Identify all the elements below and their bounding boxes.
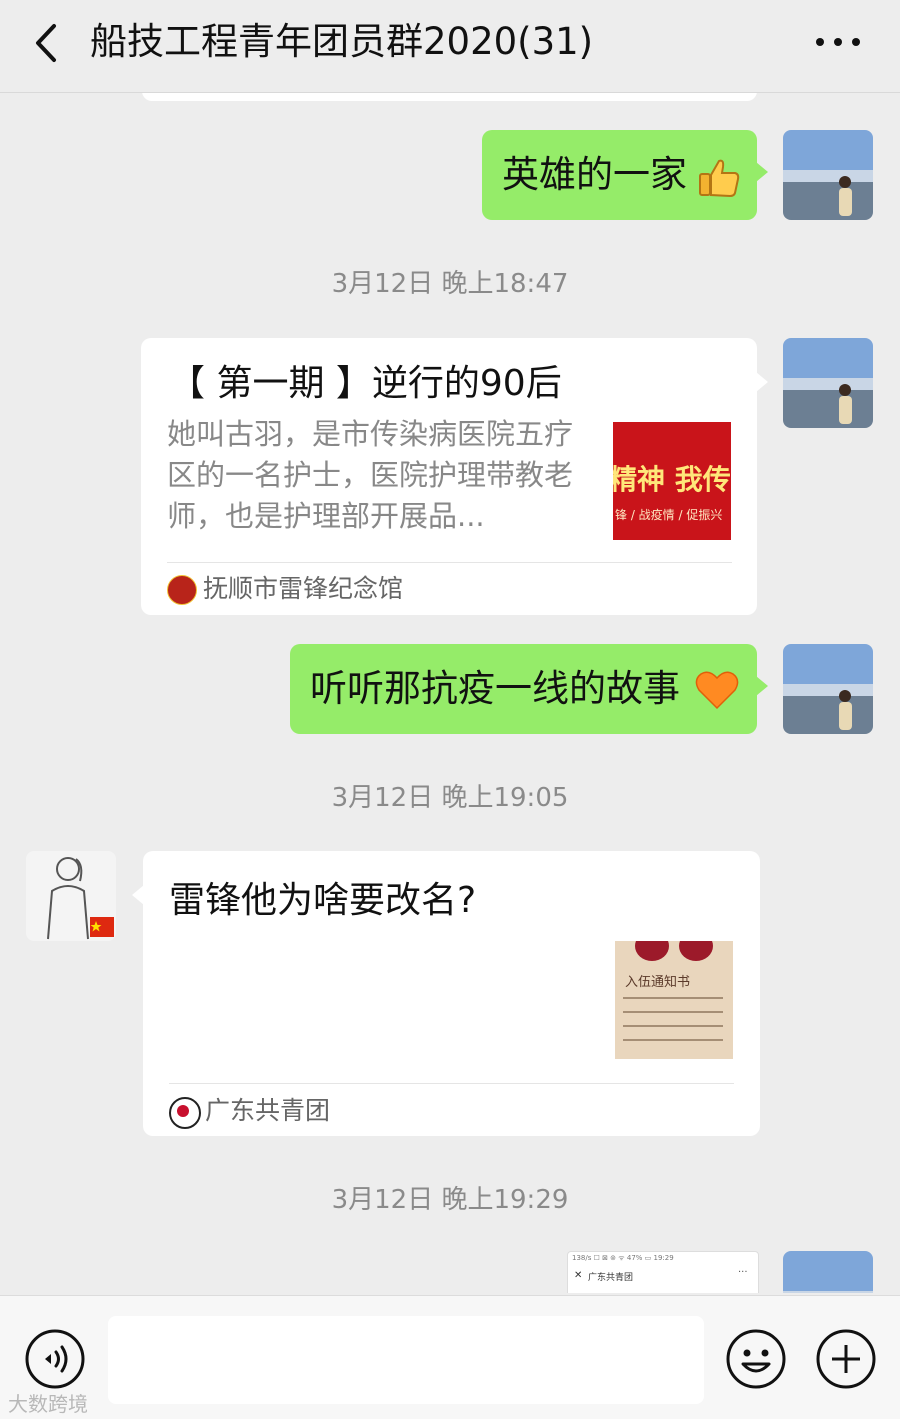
source-logo-icon	[169, 1097, 201, 1129]
sent-text-bubble[interactable]: 英雄的一家	[482, 130, 768, 220]
input-bar	[0, 1295, 900, 1419]
card-source: 广东共青团	[205, 1096, 331, 1125]
thumbnail-text: 入伍通知书	[625, 975, 691, 990]
voice-icon	[25, 1329, 85, 1389]
preview-close: ✕	[574, 1270, 583, 1281]
card-title: 【 第一期 】逆行的90后	[169, 363, 562, 404]
card-source: 抚顺市雷锋纪念馆	[203, 574, 404, 603]
message-text: 英雄的一家	[502, 153, 687, 196]
link-card[interactable]: 【 第一期 】逆行的90后 她叫古羽，是市传染病医院五疗区的一名护士，医院护理带…	[141, 338, 768, 615]
emoji-face-icon	[726, 1329, 786, 1389]
timestamp: 3月12日 晚上19:29	[331, 1185, 569, 1215]
chat-title: 船技工程青年团员群2020(31)	[90, 20, 594, 63]
plus-button[interactable]	[815, 1328, 877, 1390]
card-thumbnail: 入伍通知书	[615, 941, 733, 1059]
timestamp: 3月12日 晚上18:47	[331, 269, 569, 299]
orange-heart-icon	[695, 671, 739, 710]
preview-more: ···	[738, 1267, 748, 1278]
more-button[interactable]	[810, 20, 866, 64]
message-input[interactable]	[108, 1316, 704, 1404]
avatar-photo-icon	[783, 1251, 873, 1293]
link-card[interactable]: 雷锋他为啥要改名? 入伍通知书 广东共青团	[132, 851, 760, 1136]
chevron-left-icon	[36, 24, 56, 62]
sent-text-bubble[interactable]: 听听那抗疫一线的故事	[290, 644, 768, 734]
preview-status: 138/s ☐ ⊠ ⊚ ᯤ 47% ▭ 19:29	[572, 1254, 674, 1262]
own-avatar[interactable]	[783, 1251, 873, 1293]
avatar-photo-icon	[783, 338, 873, 428]
card-divider	[169, 1083, 734, 1084]
card-divider	[167, 562, 732, 563]
card-title: 雷锋他为啥要改名?	[169, 880, 477, 921]
own-avatar[interactable]	[783, 130, 873, 220]
plus-circle-icon	[816, 1329, 876, 1389]
own-avatar[interactable]	[783, 644, 873, 734]
emoji-button[interactable]	[725, 1328, 787, 1390]
source-logo-icon	[167, 575, 197, 605]
previous-card-tail[interactable]	[142, 93, 757, 101]
back-button[interactable]	[28, 18, 68, 68]
voice-button[interactable]	[24, 1328, 86, 1390]
own-avatar[interactable]	[783, 338, 873, 428]
message-list[interactable]: 英雄的一家 3月12日 晚上18:47 【 第一期 】逆行的90后 她叫古羽，是…	[0, 93, 900, 1293]
card-thumbnail: 精神 我传 锋 / 战疫情 / 促振兴	[613, 422, 731, 540]
ellipsis-icon	[816, 38, 860, 46]
card-description: 她叫古羽，是市传染病医院五疗区的一名护士，医院护理带教老师，也是护理部开展品..…	[167, 417, 574, 533]
chat-header: 船技工程青年团员群2020(31)	[0, 0, 900, 93]
thumbnail-text: 精神 我传	[613, 463, 731, 496]
image-message[interactable]: 138/s ☐ ⊠ ⊚ ᯤ 47% ▭ 19:29 ✕ 广东共青团 ···	[567, 1251, 759, 1293]
avatar-sketch-icon	[47, 857, 114, 940]
avatar-photo-icon	[783, 130, 873, 220]
thumbs-up-icon	[699, 159, 740, 198]
preview-title: 广东共青团	[588, 1273, 634, 1283]
timestamp: 3月12日 晚上19:05	[331, 783, 569, 813]
message-text: 听听那抗疫一线的故事	[310, 667, 680, 710]
thumbnail-subtext: 锋 / 战疫情 / 促振兴	[615, 508, 723, 522]
avatar-photo-icon	[783, 644, 873, 734]
sender-avatar[interactable]	[26, 851, 116, 941]
watermark: 大数跨境	[8, 1392, 88, 1416]
